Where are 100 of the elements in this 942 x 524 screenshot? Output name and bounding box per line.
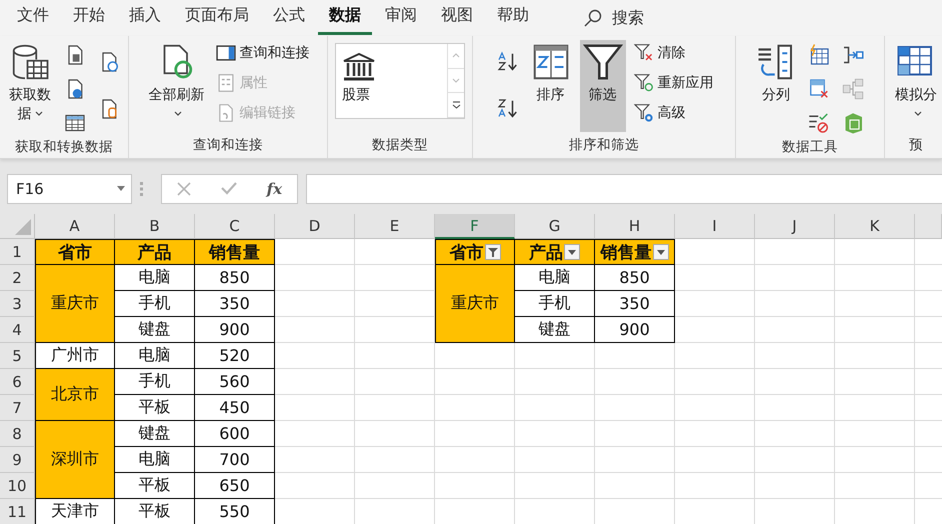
sort-descending-icon[interactable] <box>496 96 520 120</box>
column-header[interactable]: A <box>35 214 115 239</box>
row-header[interactable]: 10 <box>0 473 35 499</box>
group-label: 查询和连接 <box>192 136 264 155</box>
ribbon-button[interactable]: 分列 <box>753 40 799 132</box>
header-cell: 省市 <box>35 239 115 265</box>
sort-ascending-icon[interactable] <box>496 50 520 74</box>
formula-input[interactable] <box>306 174 942 204</box>
table-cell: 900 <box>595 317 675 343</box>
ribbon-button[interactable]: 获取数据 <box>5 40 55 132</box>
advanced-filter-icon[interactable] <box>632 102 654 124</box>
row-header[interactable]: 11 <box>0 499 35 524</box>
table-cell: 700 <box>195 447 275 473</box>
column-header[interactable]: H <box>595 214 675 239</box>
header-cell: 省市 <box>435 239 515 265</box>
row-header[interactable]: 9 <box>0 447 35 473</box>
reapply-filter-icon[interactable] <box>632 72 654 94</box>
table-cell: 560 <box>195 369 275 395</box>
checkmark-icon[interactable] <box>220 182 237 195</box>
drag-handle-icon[interactable] <box>140 182 143 196</box>
funnel-icon[interactable] <box>582 42 622 82</box>
column-header[interactable]: D <box>275 214 355 239</box>
table-cell: 平板 <box>115 395 195 421</box>
row-header[interactable]: 3 <box>0 291 35 317</box>
table-cell: 键盘 <box>115 421 195 447</box>
column-header[interactable]: K <box>835 214 915 239</box>
data-validation-icon[interactable] <box>807 111 831 135</box>
table-cell: 电脑 <box>115 343 195 369</box>
ribbon-button[interactable]: 排序 <box>528 40 574 132</box>
row-header[interactable]: 7 <box>0 395 35 421</box>
name-box[interactable]: F16 <box>7 174 132 204</box>
ribbon-button[interactable]: 模拟分 <box>890 40 942 132</box>
ribbon-button[interactable]: 全部刷新 <box>146 40 208 132</box>
table-cell: 广州市 <box>35 343 115 369</box>
table-cell: 重庆市 <box>435 265 515 343</box>
funnel-icon <box>488 247 498 257</box>
column-header[interactable]: B <box>115 214 195 239</box>
row-header[interactable]: 8 <box>0 421 35 447</box>
column-header[interactable]: C <box>195 214 275 239</box>
menu-tab[interactable]: 审阅 <box>374 1 428 35</box>
menu-tab[interactable]: 视图 <box>430 1 484 35</box>
header-cell: 产品 <box>115 239 195 265</box>
row-header[interactable]: 4 <box>0 317 35 343</box>
filter-button[interactable] <box>484 244 500 260</box>
caret-icon <box>914 111 922 118</box>
stocks-button[interactable]: 股票 <box>336 44 447 118</box>
table-cell: 手机 <box>115 291 195 317</box>
table-cell: 手机 <box>115 369 195 395</box>
table-cell: 850 <box>195 265 275 291</box>
ribbon-button[interactable]: 清除 <box>632 40 714 66</box>
table-cell: 520 <box>195 343 275 369</box>
group-label: 预 <box>908 136 924 155</box>
caret-icon <box>34 111 42 118</box>
menu-tab[interactable]: 开始 <box>62 1 116 35</box>
row-header[interactable]: 6 <box>0 369 35 395</box>
ribbon-button[interactable]: 查询和连接 <box>214 40 310 66</box>
column-header[interactable]: F <box>435 214 515 239</box>
table-cell: 深圳市 <box>35 421 115 499</box>
header-cell: 销售量 <box>195 239 275 265</box>
group-label: 获取和转换数据 <box>14 138 114 157</box>
table-cell: 350 <box>595 291 675 317</box>
row-header[interactable]: 2 <box>0 265 35 291</box>
group-label: 数据类型 <box>371 136 429 155</box>
table-cell: 电脑 <box>115 447 195 473</box>
header-cell: 产品 <box>515 239 595 265</box>
search-button[interactable]: 搜索 <box>578 6 650 30</box>
table-cell: 重庆市 <box>35 265 115 343</box>
table-cell: 900 <box>195 317 275 343</box>
menu-tab[interactable]: 页面布局 <box>174 1 260 35</box>
table-cell: 450 <box>195 395 275 421</box>
table-cell: 350 <box>195 291 275 317</box>
dropdown-arrow-icon <box>656 250 664 254</box>
table-cell: 手机 <box>515 291 595 317</box>
menu-tab[interactable]: 插入 <box>118 1 172 35</box>
ribbon-button[interactable]: 重新应用 <box>632 70 714 96</box>
menu-tab[interactable]: 文件 <box>6 1 60 35</box>
column-header[interactable]: G <box>515 214 595 239</box>
caret-icon <box>174 111 182 118</box>
column-header[interactable]: J <box>755 214 835 239</box>
table-cell: 键盘 <box>515 317 595 343</box>
table-cell: 电脑 <box>515 265 595 291</box>
menu-tab[interactable]: 帮助 <box>486 1 540 35</box>
chevron-up-icon <box>452 53 460 58</box>
insert-function-button[interactable]: fx <box>266 180 282 198</box>
column-header[interactable]: E <box>355 214 435 239</box>
filter-button[interactable] <box>652 244 668 260</box>
ribbon-button[interactable]: 筛选 <box>580 40 626 132</box>
table-cell: 键盘 <box>115 317 195 343</box>
ribbon-button[interactable]: 高级 <box>632 100 714 126</box>
chevron-down-icon <box>452 78 460 83</box>
table-cell: 天津市 <box>35 499 115 524</box>
database-icon[interactable] <box>10 42 50 82</box>
expand-icon <box>452 101 460 110</box>
row-header[interactable]: 5 <box>0 343 35 369</box>
column-header[interactable]: I <box>675 214 755 239</box>
menu-tab[interactable]: 公式 <box>262 1 316 35</box>
table-cell: 平板 <box>115 473 195 499</box>
filter-button[interactable] <box>564 244 580 260</box>
dropdown-arrow-icon <box>117 186 125 191</box>
row-header[interactable]: 1 <box>0 239 35 265</box>
